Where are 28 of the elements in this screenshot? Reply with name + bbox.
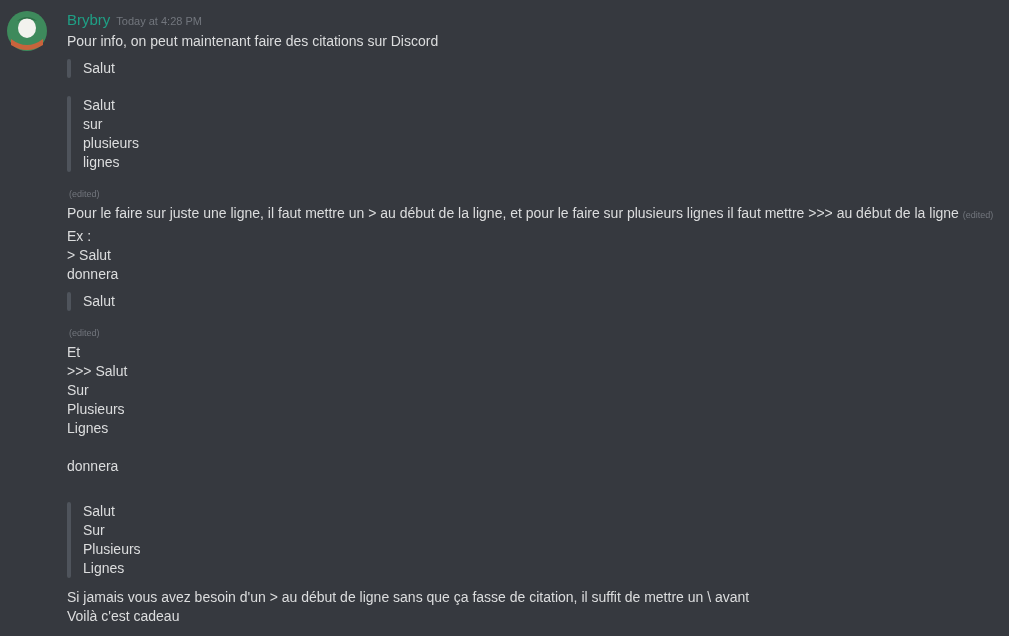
quote-text: Plusieurs	[83, 540, 141, 559]
message-text: Lignes	[67, 420, 109, 436]
edited-label: (edited)	[69, 189, 100, 199]
message-text: Si jamais vous avez besoin d'un > au début de ligne sans que ça fasse de citation, il suffit de mettre un \ avant	[67, 589, 750, 605]
timestamp: Today at 4:28 PM	[116, 15, 202, 27]
author-name[interactable]: Brybry	[67, 11, 111, 28]
message-text: Plusieurs	[67, 401, 125, 417]
quote-text: sur	[83, 115, 104, 134]
message-text: Pour info, on peut maintenant faire des citations sur Discord	[67, 33, 439, 49]
message-text: donnera	[67, 458, 119, 474]
quote-text: Sur	[83, 521, 106, 540]
message-text: Et	[67, 344, 81, 360]
message-text: Sur	[67, 382, 89, 398]
message-text: donnera	[67, 266, 119, 282]
message-text: > Salut	[67, 247, 111, 263]
edited-label: (edited)	[69, 328, 100, 338]
quote-text: lignes	[83, 153, 121, 172]
quote-text: Salut	[83, 96, 116, 115]
message-text: Ex :	[67, 228, 92, 244]
message-text: Pour le faire sur juste une ligne, il faut mettre un > au début de la ligne, et pour le faire sur plusieurs lignes il faut mettre >>> au début de la ligne	[67, 205, 959, 221]
quote-text: plusieurs	[83, 134, 140, 153]
quote-text: Lignes	[83, 559, 126, 578]
avatar-icon[interactable]	[7, 11, 47, 51]
message-text: Voilà c'est cadeau	[67, 608, 180, 624]
quote-text: Salut	[83, 502, 116, 521]
quote-text: Salut	[83, 292, 115, 311]
quote-text: Salut	[83, 59, 115, 78]
message-text: >>> Salut	[67, 363, 128, 379]
